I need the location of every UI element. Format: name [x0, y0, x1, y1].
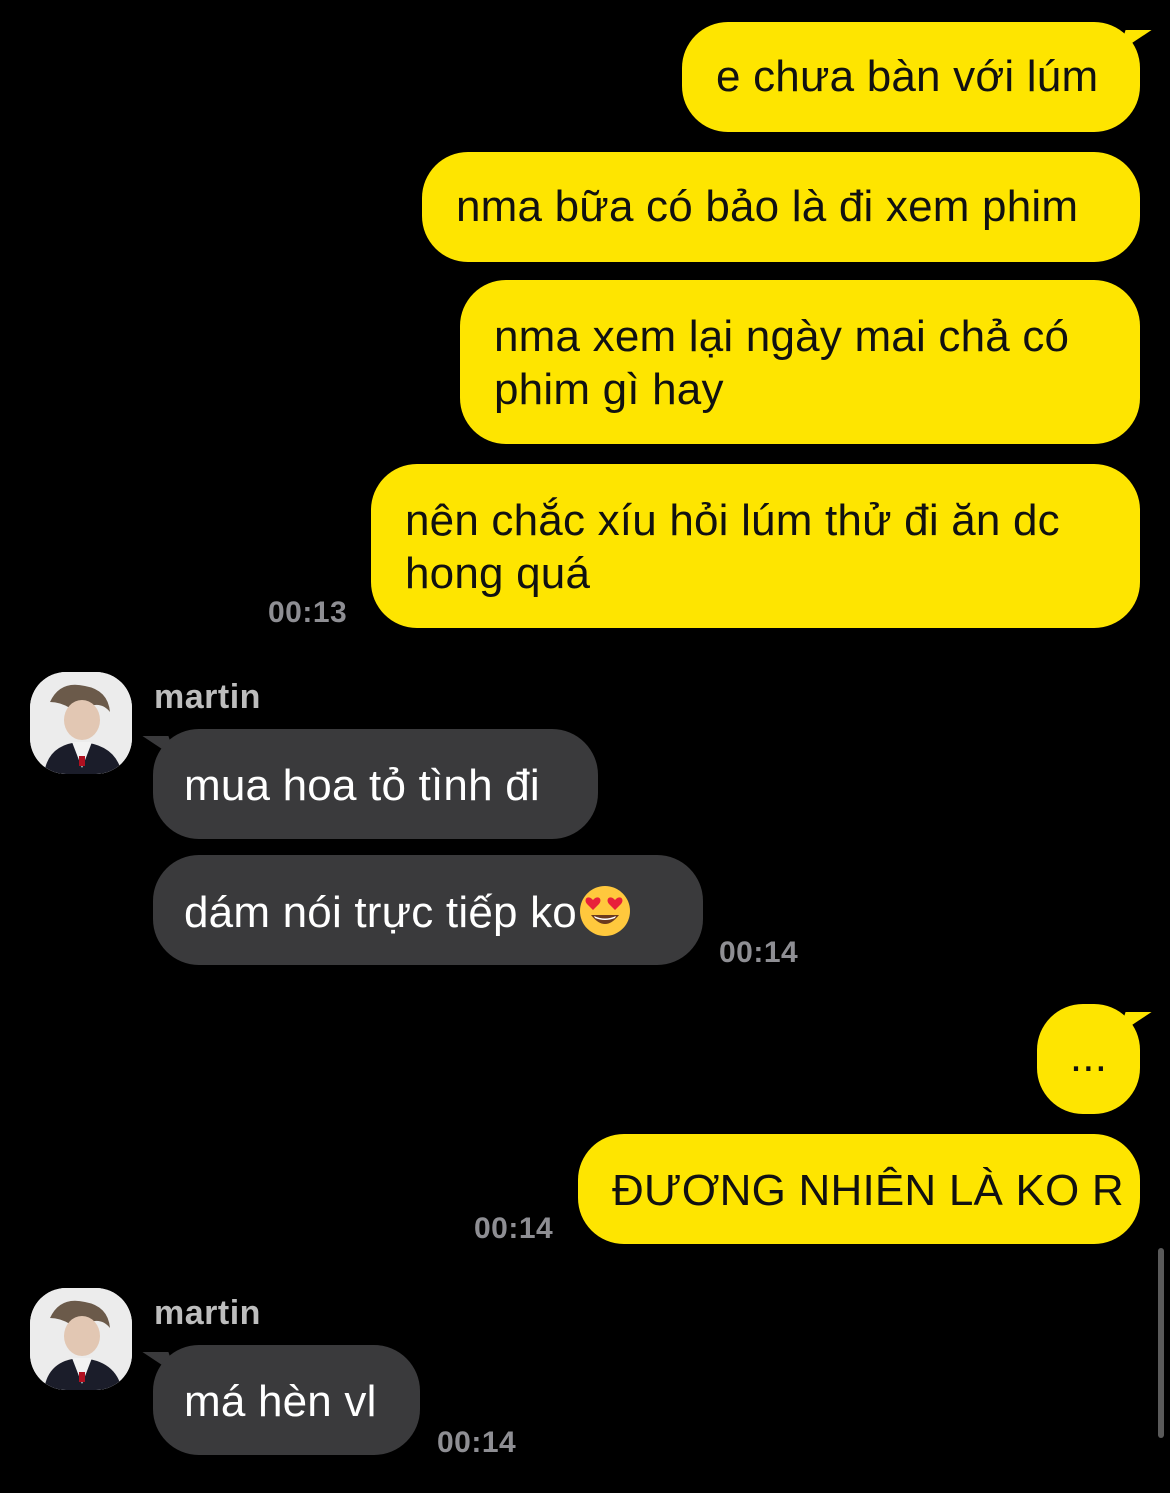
outgoing-message[interactable]: nên chắc xíu hỏi lúm thử đi ăn dc hong q…: [371, 464, 1140, 628]
message-text-line: phim gì hay: [494, 365, 724, 414]
outgoing-message[interactable]: nma xem lại ngày mai chả có phim gì hay: [460, 280, 1140, 444]
heart-eyes-emoji: [579, 885, 631, 949]
incoming-message[interactable]: má hèn vl: [153, 1345, 420, 1455]
message-text: nma bữa có bảo là đi xem phim: [456, 182, 1079, 231]
message-timestamp: 00:14: [719, 936, 799, 969]
message-timestamp: 00:14: [437, 1426, 517, 1459]
user-avatar-photo[interactable]: [30, 1288, 132, 1390]
outgoing-message[interactable]: nma bữa có bảo là đi xem phim: [422, 152, 1140, 262]
message-text-line: nên chắc xíu hỏi lúm thử đi ăn dc: [405, 496, 1060, 545]
sender-name: martin: [154, 1294, 261, 1332]
avatar-image: [30, 672, 132, 774]
user-avatar-photo[interactable]: [30, 672, 132, 774]
sender-name: martin: [154, 678, 261, 716]
outgoing-message[interactable]: e chưa bàn với lúm: [682, 22, 1140, 132]
message-text-line: nma xem lại ngày mai chả có: [494, 312, 1070, 361]
message-timestamp: 00:14: [474, 1212, 554, 1245]
message-text: e chưa bàn với lúm: [716, 52, 1099, 101]
outgoing-message[interactable]: ĐƯƠNG NHIÊN LÀ KO R: [578, 1134, 1140, 1244]
incoming-message[interactable]: dám nói trực tiếp ko: [153, 855, 703, 965]
scrollbar[interactable]: [1158, 1248, 1164, 1438]
message-text: má hèn vl: [184, 1377, 377, 1426]
avatar-image: [30, 1288, 132, 1390]
message-text-line: hong quá: [405, 549, 591, 598]
message-text: mua hoa tỏ tình đi: [184, 761, 540, 810]
message-text: dám nói trực tiếp ko: [184, 888, 577, 937]
message-text: ...: [1069, 1032, 1108, 1081]
incoming-message[interactable]: mua hoa tỏ tình đi: [153, 729, 598, 839]
outgoing-message[interactable]: ...: [1037, 1004, 1140, 1114]
message-timestamp: 00:13: [268, 596, 348, 629]
message-text: ĐƯƠNG NHIÊN LÀ KO R: [612, 1166, 1124, 1215]
